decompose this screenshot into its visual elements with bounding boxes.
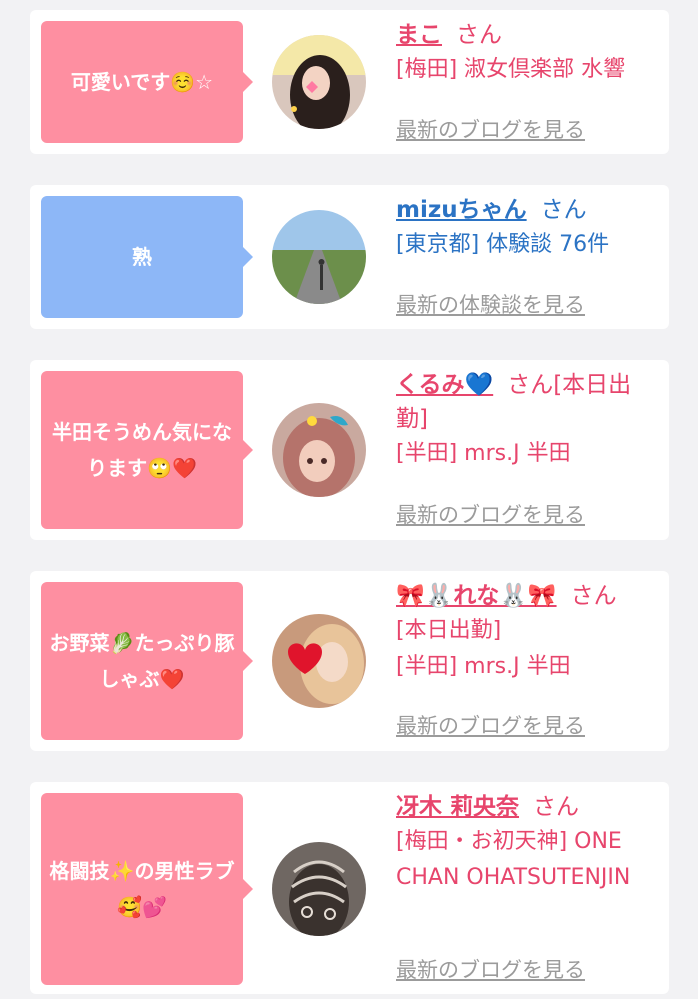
road-landscape-icon	[272, 210, 366, 304]
girl-name-link[interactable]: 🎀🐰れな🐰🎀	[396, 583, 557, 609]
comment-bubble: 可愛いです☺️☆	[41, 21, 253, 143]
honorific: さん	[456, 22, 502, 48]
avatar[interactable]	[272, 210, 366, 304]
girl-info: 冴木 莉央奈 さん [梅田・お初天神] ONE CHAN OHATSUTENJIN	[396, 790, 659, 896]
comment-text: 半田そうめん気になります🙄❤️	[52, 420, 232, 480]
review-card: 格闘技✨の男性ラブ🥰💕 冴木 莉央奈 さん [梅田・お初天神] ONE CHAN …	[30, 782, 669, 994]
comment-text: 熟	[132, 245, 152, 269]
review-card: 可愛いです☺️☆ まこ さん [梅田] 淑女倶楽部 水響 最新のブログを見る	[30, 10, 669, 154]
girl-photo-icon	[272, 35, 366, 129]
latest-blog-link[interactable]: 最新のブログを見る	[396, 499, 585, 529]
comment-bubble: 半田そうめん気になります🙄❤️	[41, 371, 253, 529]
comment-bubble: 格闘技✨の男性ラブ🥰💕	[41, 793, 253, 985]
latest-blog-link[interactable]: 最新のブログを見る	[396, 710, 585, 740]
girl-info: mizuちゃん さん [東京都] 体験談 76件	[396, 193, 659, 263]
name-line: mizuちゃん さん	[396, 193, 659, 227]
latest-blog-link[interactable]: 最新のブログを見る	[396, 954, 585, 984]
attendance-status: [本日出勤]	[396, 618, 502, 643]
girl-photo-icon	[272, 403, 366, 497]
shop-info: [梅田・お初天神] ONE CHAN OHATSUTENJIN	[396, 829, 631, 890]
heart-photo-icon	[272, 614, 366, 708]
latest-blog-link[interactable]: 最新のブログを見る	[396, 114, 585, 144]
reviewer-name-link[interactable]: mizuちゃん	[396, 197, 527, 223]
name-line: くるみ💙 さん[本日出勤]	[396, 368, 659, 436]
review-card: 熟 mizuちゃん さん [東京都] 体験談 76件 最新の体験談を見る	[30, 185, 669, 329]
honorific: さん	[570, 583, 617, 609]
avatar[interactable]	[272, 403, 366, 497]
review-card: 半田そうめん気になります🙄❤️ くるみ💙 さん[本日出勤] [半田] mrs.J …	[30, 360, 669, 540]
name-line: 🎀🐰れな🐰🎀 さん	[396, 579, 659, 613]
girl-name-link[interactable]: まこ	[396, 22, 442, 48]
avatar[interactable]	[272, 614, 366, 708]
girl-info: 🎀🐰れな🐰🎀 さん [本日出勤] [半田] mrs.J 半田	[396, 579, 659, 685]
girl-name-link[interactable]: くるみ💙	[396, 372, 493, 398]
shop-info: [半田] mrs.J 半田	[396, 441, 571, 466]
honorific: さん	[540, 197, 587, 223]
lace-photo-icon	[272, 842, 366, 936]
shop-info: [梅田] 淑女倶楽部 水響	[396, 57, 626, 82]
review-card: お野菜🥬たっぷり豚しゃぶ❤️ 🎀🐰れな🐰🎀 さん [本日出勤] [半田] mrs.…	[30, 571, 669, 751]
latest-review-link[interactable]: 最新の体験談を見る	[396, 289, 585, 319]
comment-bubble: お野菜🥬たっぷり豚しゃぶ❤️	[41, 582, 253, 740]
honorific: さん	[533, 794, 580, 820]
comment-text: 可愛いです☺️☆	[70, 70, 214, 94]
girl-info: くるみ💙 さん[本日出勤] [半田] mrs.J 半田	[396, 368, 659, 472]
avatar[interactable]	[272, 842, 366, 936]
comment-text: 格闘技✨の男性ラブ🥰💕	[49, 859, 235, 919]
girl-info: まこ さん [梅田] 淑女倶楽部 水響	[396, 18, 659, 88]
comment-bubble: 熟	[41, 196, 253, 318]
girl-name-link[interactable]: 冴木 莉央奈	[396, 794, 519, 820]
name-line: 冴木 莉央奈 さん	[396, 790, 659, 824]
avatar[interactable]	[272, 35, 366, 129]
review-count-info: [東京都] 体験談 76件	[396, 232, 610, 257]
name-line: まこ さん	[396, 18, 659, 52]
shop-info: [半田] mrs.J 半田	[396, 654, 571, 679]
comment-text: お野菜🥬たっぷり豚しゃぶ❤️	[49, 631, 235, 691]
